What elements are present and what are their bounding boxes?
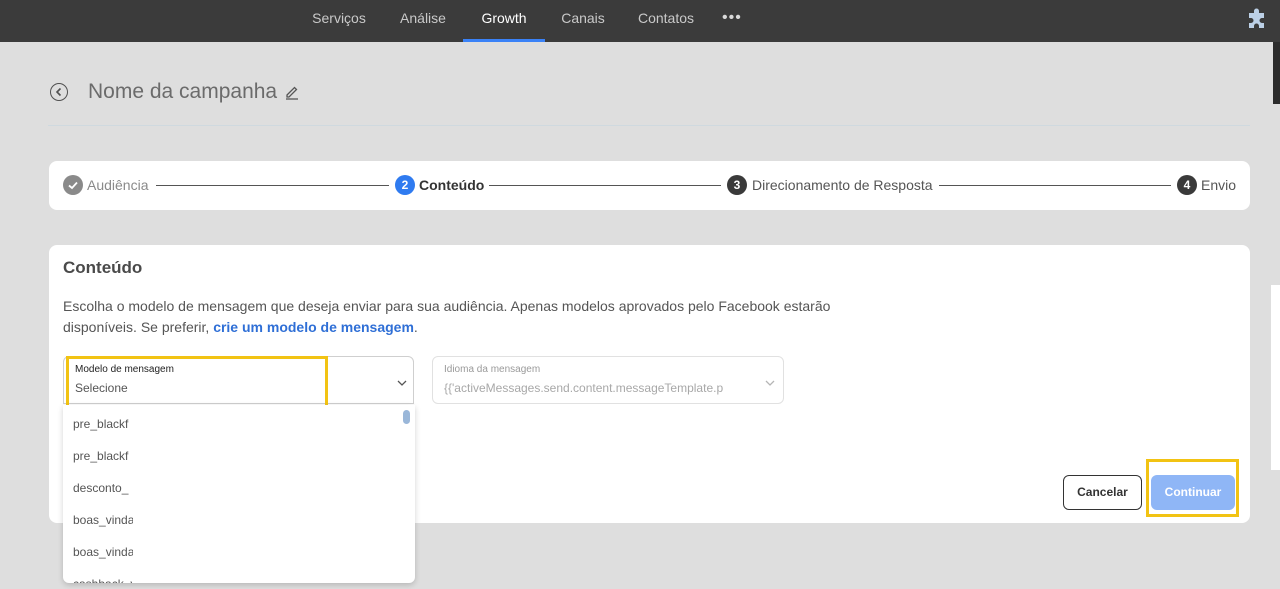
step-connector: [939, 185, 1171, 186]
check-icon: [63, 175, 83, 195]
chevron-down-icon: [396, 375, 408, 393]
dropdown-option[interactable]: pre_blackf: [73, 417, 133, 431]
dropdown-option[interactable]: desconto_: [73, 481, 133, 495]
field-label: Idioma da mensagem: [444, 364, 541, 375]
description-text: Escolha o modelo de mensagem que deseja …: [63, 298, 831, 335]
nav-item-canais[interactable]: Canais: [550, 0, 616, 42]
scrollbar[interactable]: [1273, 42, 1280, 104]
highlight-box-template-field: [66, 356, 328, 408]
message-language-select[interactable]: Idioma da mensagem {{'activeMessages.sen…: [432, 356, 784, 404]
dropdown-option[interactable]: pre_blackf: [73, 449, 133, 463]
pencil-edit-icon[interactable]: [284, 84, 300, 105]
chevron-down-icon: [764, 375, 776, 393]
more-menu-button[interactable]: •••: [722, 9, 742, 27]
create-template-link[interactable]: crie um modelo de mensagem: [213, 319, 414, 335]
step-number-2: 2: [395, 175, 415, 195]
step-direcionamento[interactable]: Direcionamento de Resposta: [752, 177, 933, 193]
template-dropdown-list[interactable]: pre_blackf pre_blackf desconto_ boas_vin…: [63, 405, 415, 583]
step-number-3: 3: [727, 175, 747, 195]
nav-item-contatos[interactable]: Contatos: [628, 0, 704, 42]
section-title: Conteúdo: [63, 258, 143, 277]
step-audiencia[interactable]: Audiência: [87, 177, 149, 193]
step-connector: [156, 185, 389, 186]
dropdown-scrollbar[interactable]: [403, 410, 410, 424]
highlight-box-continue: [1146, 459, 1239, 517]
nav-item-analise[interactable]: Análise: [387, 0, 459, 42]
field-value: {{'activeMessages.send.content.messageTe…: [444, 381, 724, 395]
step-envio[interactable]: Envio: [1201, 177, 1236, 193]
active-tab-indicator: [463, 39, 545, 42]
dropdown-option[interactable]: cashback_valido: [73, 577, 133, 583]
section-description: Escolha o modelo de mensagem que deseja …: [63, 296, 853, 338]
nav-item-growth[interactable]: Growth: [463, 0, 545, 42]
top-navigation: Serviços Análise Growth Canais Contatos …: [0, 0, 1280, 42]
dropdown-option[interactable]: boas_vindasj: [73, 545, 133, 559]
progress-stepper: Audiência 2 Conteúdo 3 Direcionamento de…: [49, 161, 1250, 210]
step-connector: [489, 185, 721, 186]
dropdown-option[interactable]: boas_vindas: [73, 513, 133, 527]
campaign-name-title: Nome da campanha: [88, 80, 278, 103]
step-conteudo[interactable]: Conteúdo: [419, 177, 484, 193]
nav-item-servicos[interactable]: Serviços: [300, 0, 378, 42]
step-number-4: 4: [1177, 175, 1197, 195]
cancel-button[interactable]: Cancelar: [1063, 475, 1142, 510]
puzzle-extension-icon[interactable]: [1246, 8, 1268, 35]
back-button[interactable]: [50, 83, 68, 101]
header-divider: [48, 125, 1250, 126]
description-suffix: .: [413, 319, 418, 335]
side-panel-edge: [1271, 285, 1280, 470]
